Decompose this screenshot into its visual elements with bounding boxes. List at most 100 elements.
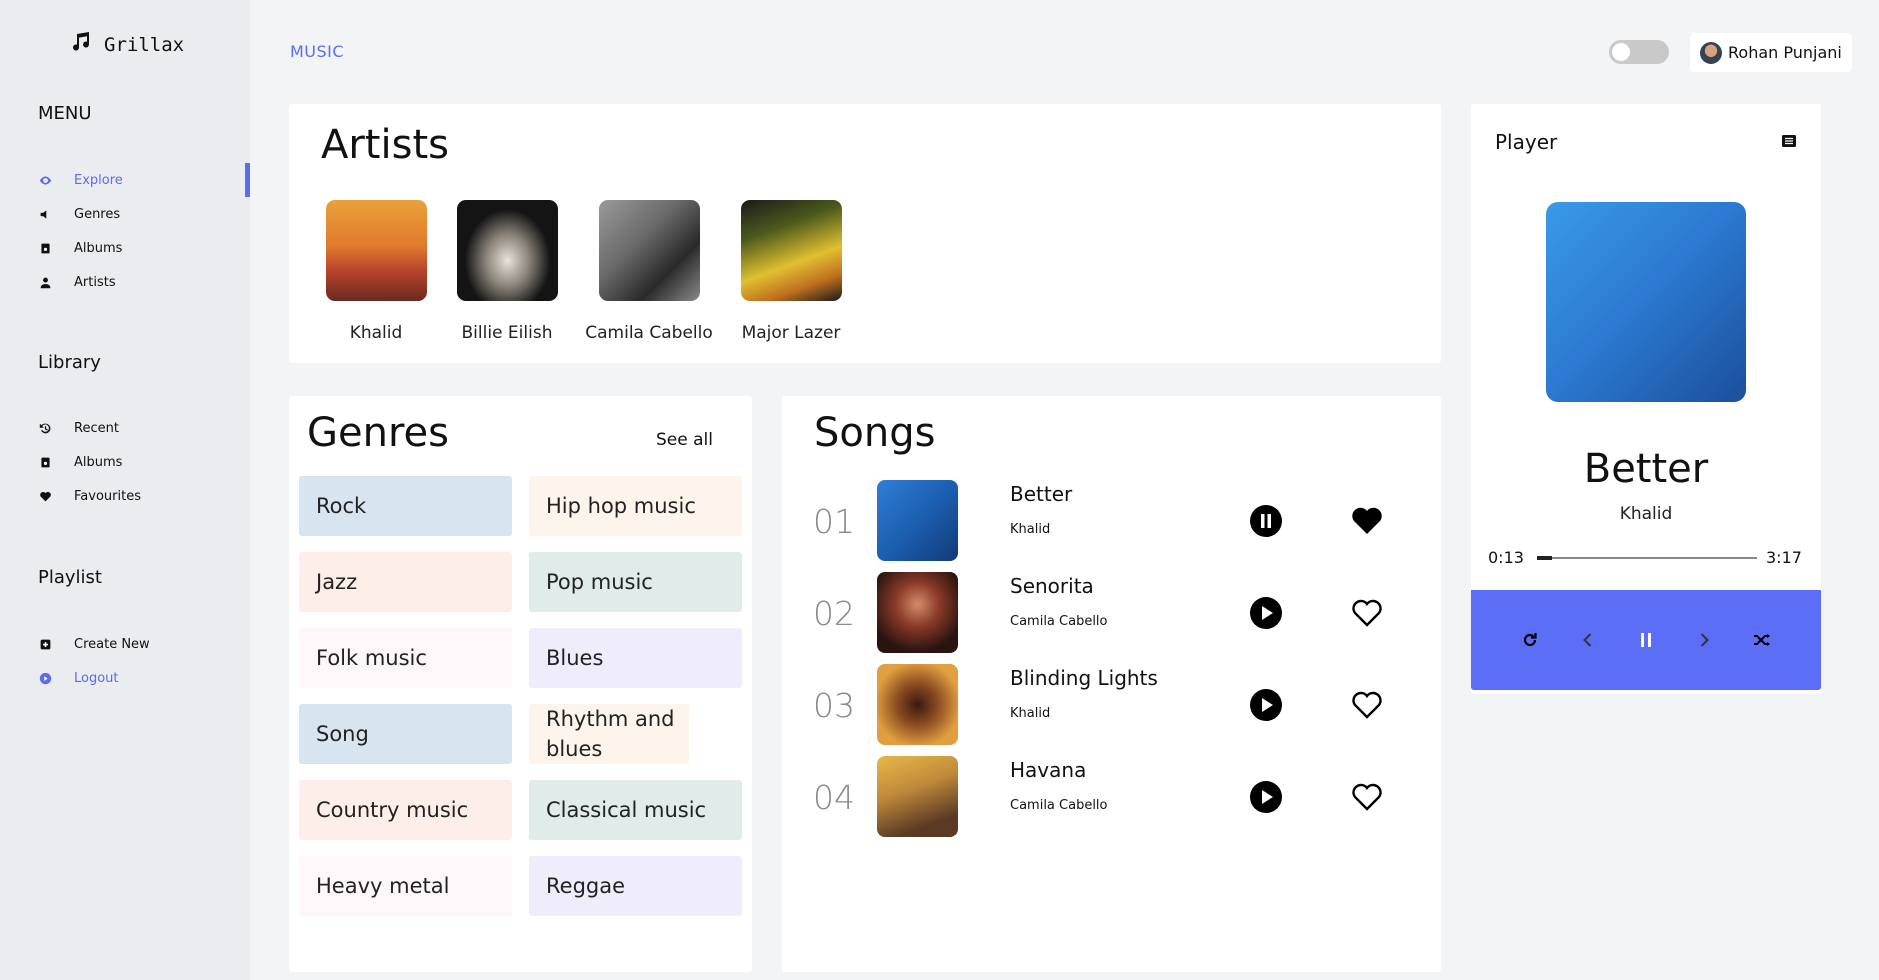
sidebar: Grillax MENU Explore Genres Albums Artis…: [0, 0, 250, 980]
genre-tile-rnb[interactable]: Rhythm and blues: [529, 704, 689, 764]
pause-button[interactable]: [1635, 629, 1657, 651]
play-button[interactable]: [1249, 688, 1283, 722]
song-thumbnail: [877, 664, 958, 745]
genre-tile-hip-hop[interactable]: Hip hop music: [529, 476, 742, 536]
pause-button[interactable]: [1249, 504, 1283, 538]
artist-card[interactable]: Major Lazer: [726, 200, 856, 343]
artist-card[interactable]: Khalid: [311, 200, 441, 343]
play-circle-icon: [1250, 597, 1282, 629]
sidebar-item-albums[interactable]: Albums: [38, 231, 123, 265]
sidebar-item-logout[interactable]: Logout: [38, 661, 150, 695]
sidebar-item-label: Albums: [74, 454, 123, 470]
song-artist: Khalid: [1010, 706, 1051, 721]
song-artist: Khalid: [1010, 522, 1051, 537]
see-all-link[interactable]: See all: [656, 430, 713, 450]
chevron-right-icon: [1700, 633, 1709, 647]
like-button[interactable]: [1351, 690, 1383, 720]
sidebar-item-artists[interactable]: Artists: [38, 265, 123, 299]
plus-box-icon: [38, 637, 52, 651]
toggle-knob: [1612, 43, 1630, 61]
player-title: Player: [1495, 130, 1558, 154]
artist-name: Camila Cabello: [585, 323, 713, 343]
genre-tile-country[interactable]: Country music: [299, 780, 512, 840]
sidebar-item-label: Create New: [74, 636, 150, 652]
speaker-icon: [38, 207, 52, 221]
genre-tile-heavy-metal[interactable]: Heavy metal: [299, 856, 512, 916]
genre-tile-reggae[interactable]: Reggae: [529, 856, 742, 916]
heart-outline-icon: [1352, 783, 1382, 811]
artist-card[interactable]: Billie Eilish: [442, 200, 572, 343]
now-playing-title: Better: [1583, 446, 1709, 492]
like-button[interactable]: [1351, 506, 1383, 536]
song-title: Senorita: [1010, 574, 1094, 598]
breadcrumb[interactable]: MUSIC: [290, 42, 344, 61]
song-row[interactable]: 04 Havana Camila Cabello: [813, 756, 1413, 838]
like-button[interactable]: [1351, 598, 1383, 628]
user-icon: [38, 275, 52, 289]
sidebar-item-explore[interactable]: Explore: [38, 163, 123, 197]
now-playing-artist: Khalid: [1619, 504, 1673, 524]
repeat-button[interactable]: [1519, 629, 1541, 651]
songs-card: Songs 01 Better Khalid 02 Senorita Camil…: [782, 396, 1441, 972]
play-button[interactable]: [1249, 780, 1283, 814]
play-circle-icon: [1250, 781, 1282, 813]
genre-tile-classical[interactable]: Classical music: [529, 780, 742, 840]
artist-card[interactable]: Camila Cabello: [584, 200, 714, 343]
song-title: Blinding Lights: [1010, 666, 1158, 690]
progress-slider[interactable]: [1537, 556, 1757, 560]
shuffle-icon: [1754, 634, 1770, 646]
song-artist: Camila Cabello: [1010, 614, 1108, 629]
sidebar-item-label: Albums: [74, 240, 123, 256]
sidebar-item-label: Favourites: [74, 488, 141, 504]
artist-name: Billie Eilish: [461, 323, 553, 343]
avatar: [1700, 41, 1722, 64]
song-title: Havana: [1010, 758, 1087, 782]
history-icon: [38, 421, 52, 435]
previous-button[interactable]: [1577, 629, 1599, 651]
genres-card: Genres See all Rock Hip hop music Jazz P…: [289, 396, 752, 972]
song-thumbnail: [877, 572, 958, 653]
artist-image: [325, 200, 427, 301]
sidebar-item-genres[interactable]: Genres: [38, 197, 123, 231]
album-icon: [38, 455, 52, 469]
repeat-icon: [1523, 633, 1537, 647]
artist-image: [456, 200, 558, 301]
menu-list: Explore Genres Albums Artists: [38, 163, 123, 299]
queue-list-icon[interactable]: [1781, 133, 1797, 149]
shuffle-button[interactable]: [1751, 629, 1773, 651]
sidebar-item-label: Recent: [74, 420, 119, 436]
song-row[interactable]: 03 Blinding Lights Khalid: [813, 664, 1413, 746]
songs-title: Songs: [814, 410, 936, 456]
genre-tile-pop[interactable]: Pop music: [529, 552, 742, 612]
library-title: Library: [38, 352, 101, 373]
song-number: 01: [813, 502, 855, 541]
sidebar-item-create-new[interactable]: Create New: [38, 627, 150, 661]
user-menu[interactable]: Rohan Punjani: [1690, 33, 1852, 72]
brand-logo[interactable]: Grillax: [70, 30, 184, 59]
genre-tile-blues[interactable]: Blues: [529, 628, 742, 688]
play-button[interactable]: [1249, 596, 1283, 630]
pause-circle-icon: [1250, 505, 1282, 537]
sidebar-item-library-albums[interactable]: Albums: [38, 445, 141, 479]
theme-toggle[interactable]: [1609, 40, 1669, 64]
artist-name: Khalid: [349, 323, 403, 343]
like-button[interactable]: [1351, 782, 1383, 812]
heart-icon: [38, 489, 52, 503]
sidebar-item-recent[interactable]: Recent: [38, 411, 141, 445]
active-indicator: [245, 163, 250, 197]
album-cover: [1546, 202, 1746, 402]
song-row[interactable]: 01 Better Khalid: [813, 480, 1413, 562]
playlist-title: Playlist: [38, 567, 102, 588]
genre-tile-rock[interactable]: Rock: [299, 476, 512, 536]
next-button[interactable]: [1693, 629, 1715, 651]
genre-tile-jazz[interactable]: Jazz: [299, 552, 512, 612]
genre-tile-song[interactable]: Song: [299, 704, 512, 764]
artist-name: Major Lazer: [741, 323, 841, 343]
brand-name: Grillax: [104, 33, 185, 56]
song-row[interactable]: 02 Senorita Camila Cabello: [813, 572, 1413, 654]
player-card: Player Better Khalid 0:13 3:17: [1471, 104, 1821, 694]
song-thumbnail: [877, 756, 958, 837]
heart-outline-icon: [1352, 691, 1382, 719]
sidebar-item-favourites[interactable]: Favourites: [38, 479, 141, 513]
genre-tile-folk[interactable]: Folk music: [299, 628, 512, 688]
